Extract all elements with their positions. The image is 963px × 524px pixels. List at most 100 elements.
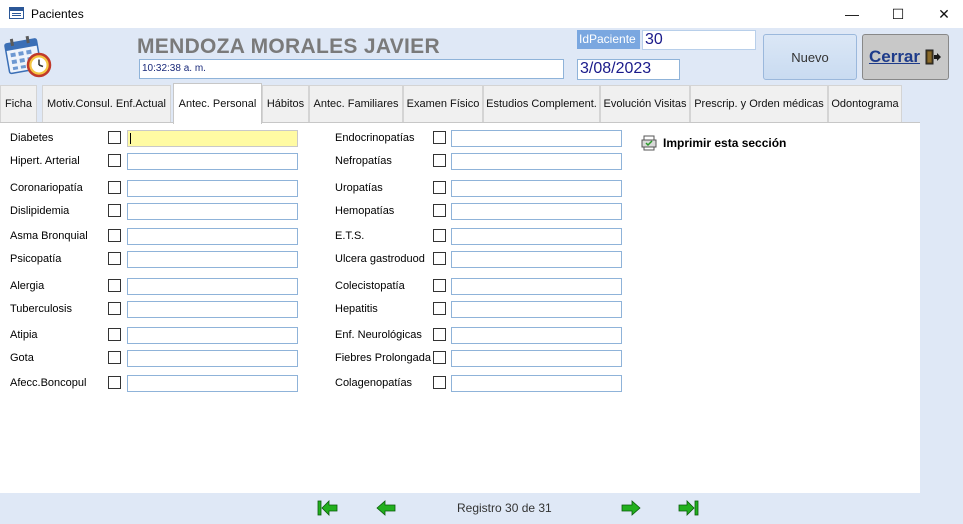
label-colagenopatias: Colagenopatías: [335, 377, 413, 389]
text-field-hemopatias[interactable]: [451, 203, 622, 220]
text-field-psicopatia[interactable]: [127, 251, 298, 268]
first-record-icon[interactable]: [316, 499, 340, 517]
checkbox-fiebres-prolongada[interactable]: [433, 351, 446, 364]
label-colecistopatia: Colecistopatía: [335, 280, 405, 292]
label-gota: Gota: [10, 352, 34, 364]
form-icon: [9, 7, 24, 19]
label-fiebres-prolongada: Fiebres Prolongada: [335, 352, 432, 364]
text-field-dislipidemia[interactable]: [127, 203, 298, 220]
checkbox-hipert-arterial[interactable]: [108, 154, 121, 167]
close-form-label: Cerrar: [868, 47, 921, 66]
checkbox-dislipidemia[interactable]: [108, 204, 121, 217]
next-record-icon[interactable]: [619, 499, 643, 517]
label-enf-neurologicas: Enf. Neurológicas: [335, 329, 422, 341]
tab-examen-fisico[interactable]: Examen Físico: [403, 85, 483, 122]
text-field-afecc-boncopul[interactable]: [127, 375, 298, 392]
label-atipia: Atipia: [10, 329, 38, 341]
checkbox-e-t-s[interactable]: [433, 229, 446, 242]
previous-record-icon[interactable]: [374, 499, 398, 517]
checkbox-nefropatias[interactable]: [433, 154, 446, 167]
tab-prescrip-y-orden-medicas[interactable]: Prescrip. y Orden médicas: [690, 85, 828, 122]
text-field-hipert-arterial[interactable]: [127, 153, 298, 170]
time-field[interactable]: 10:32:38 a. m.: [139, 59, 564, 79]
patient-name: MENDOZA MORALES JAVIER: [137, 35, 440, 58]
tab-antec-familiares[interactable]: Antec. Familiares: [309, 85, 403, 122]
id-paciente-field[interactable]: 30: [642, 30, 756, 50]
tab-antec-personal[interactable]: Antec. Personal: [173, 83, 262, 124]
close-form-button[interactable]: Cerrar: [862, 34, 949, 80]
text-field-alergia[interactable]: [127, 278, 298, 295]
label-uropatias: Uropatías: [335, 182, 383, 194]
tab-motiv-consul-enf-actual[interactable]: Motiv.Consul. Enf.Actual: [42, 85, 171, 122]
text-field-colecistopatia[interactable]: [451, 278, 622, 295]
checkbox-gota[interactable]: [108, 351, 121, 364]
title-bar: Pacientes — ☐ ✕: [0, 0, 963, 28]
tab-habitos[interactable]: Hábitos: [262, 85, 309, 122]
text-field-ulcera-gastroduod[interactable]: [451, 251, 622, 268]
checkbox-uropatias[interactable]: [433, 181, 446, 194]
label-hipert-arterial: Hipert. Arterial: [10, 155, 80, 167]
text-field-fiebres-prolongada[interactable]: [451, 350, 622, 367]
label-psicopatia: Psicopatía: [10, 253, 62, 265]
checkbox-atipia[interactable]: [108, 328, 121, 341]
label-diabetes: Diabetes: [10, 132, 54, 144]
checkbox-hemopatias[interactable]: [433, 204, 446, 217]
checkbox-diabetes[interactable]: [108, 131, 121, 144]
tab-odontograma[interactable]: Odontograma: [828, 85, 902, 122]
text-field-e-t-s[interactable]: [451, 228, 622, 245]
text-field-hepatitis[interactable]: [451, 301, 622, 318]
text-field-coronariopatia[interactable]: [127, 180, 298, 197]
checkbox-alergia[interactable]: [108, 279, 121, 292]
window-title: Pacientes: [31, 7, 84, 21]
label-nefropatias: Nefropatías: [335, 155, 392, 167]
checkbox-endocrinopatias[interactable]: [433, 131, 446, 144]
checkbox-ulcera-gastroduod[interactable]: [433, 252, 446, 265]
text-field-diabetes[interactable]: [127, 130, 298, 147]
text-field-tuberculosis[interactable]: [127, 301, 298, 318]
label-hemopatias: Hemopatías: [335, 205, 395, 217]
checkbox-psicopatia[interactable]: [108, 252, 121, 265]
checkbox-afecc-boncopul[interactable]: [108, 376, 121, 389]
text-field-atipia[interactable]: [127, 327, 298, 344]
label-tuberculosis: Tuberculosis: [10, 303, 72, 315]
text-field-colagenopatias[interactable]: [451, 375, 622, 392]
print-section-label: Imprimir esta sección: [663, 136, 787, 150]
checkbox-enf-neurologicas[interactable]: [433, 328, 446, 341]
text-field-asma-bronquial[interactable]: [127, 228, 298, 245]
tab-ficha[interactable]: Ficha: [0, 85, 37, 122]
text-field-gota[interactable]: [127, 350, 298, 367]
text-field-nefropatias[interactable]: [451, 153, 622, 170]
checkbox-asma-bronquial[interactable]: [108, 229, 121, 242]
label-afecc-boncopul: Afecc.Boncopul: [10, 377, 87, 389]
printer-icon: [641, 135, 657, 151]
label-asma-bronquial: Asma Bronquial: [10, 230, 88, 242]
label-alergia: Alergia: [10, 280, 45, 292]
checkbox-tuberculosis[interactable]: [108, 302, 121, 315]
checkbox-colagenopatias[interactable]: [433, 376, 446, 389]
id-paciente-label: IdPaciente: [577, 30, 640, 49]
date-field[interactable]: 3/08/2023: [577, 59, 680, 80]
text-field-enf-neurologicas[interactable]: [451, 327, 622, 344]
minimize-button[interactable]: —: [829, 0, 875, 28]
new-patient-button[interactable]: Nuevo: [763, 34, 857, 80]
tab-estudios-complement[interactable]: Estudios Complement.: [483, 85, 600, 122]
label-coronariopatia: Coronariopatía: [10, 182, 83, 194]
checkbox-coronariopatia[interactable]: [108, 181, 121, 194]
close-window-button[interactable]: ✕: [921, 0, 963, 28]
text-field-endocrinopatias[interactable]: [451, 130, 622, 147]
exit-door-icon: [925, 49, 942, 65]
label-endocrinopatias: Endocrinopatías: [335, 132, 415, 144]
tab-evolucion-visitas[interactable]: Evolución Visitas: [600, 85, 690, 122]
checkbox-colecistopatia[interactable]: [433, 279, 446, 292]
record-counter: Registro 30 de 31: [457, 501, 552, 515]
checkbox-hepatitis[interactable]: [433, 302, 446, 315]
last-record-icon[interactable]: [676, 499, 700, 517]
maximize-button[interactable]: ☐: [875, 0, 921, 28]
label-dislipidemia: Dislipidemia: [10, 205, 70, 217]
text-field-uropatias[interactable]: [451, 180, 622, 197]
calendar-clock-icon: [4, 35, 52, 78]
label-e-t-s: E.T.S.: [335, 230, 365, 242]
right-margin: [920, 122, 963, 493]
label-hepatitis: Hepatitis: [335, 303, 378, 315]
print-section-link[interactable]: Imprimir esta sección: [641, 135, 786, 151]
